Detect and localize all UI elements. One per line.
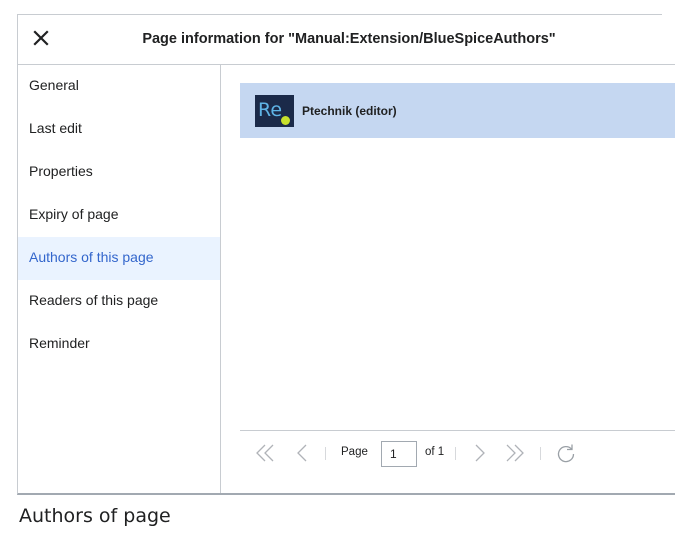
sidebar-item-expiry[interactable]: Expiry of page <box>18 194 220 237</box>
sidebar-item-last-edit[interactable]: Last edit <box>18 108 220 151</box>
avatar-initials: Re <box>258 99 283 121</box>
prev-page-icon[interactable] <box>295 443 309 463</box>
last-page-icon[interactable] <box>504 443 526 463</box>
pager-divider <box>325 447 326 460</box>
next-page-icon[interactable] <box>473 443 487 463</box>
refresh-icon[interactable] <box>555 443 577 465</box>
avatar: Re <box>255 95 294 127</box>
sidebar-item-readers[interactable]: Readers of this page <box>18 280 220 323</box>
sidebar: General Last edit Properties Expiry of p… <box>18 65 221 493</box>
first-page-icon[interactable] <box>254 443 276 463</box>
page-number-input[interactable] <box>381 441 417 467</box>
author-name: Ptechnik (editor) <box>302 104 397 118</box>
status-dot <box>281 116 290 125</box>
page-label: Page <box>341 446 368 458</box>
sidebar-item-reminder[interactable]: Reminder <box>18 323 220 366</box>
page-info-dialog: Page information for "Manual:Extension/B… <box>17 15 675 495</box>
list-item[interactable]: Re Ptechnik (editor) <box>240 83 675 138</box>
figure-caption: Authors of page <box>19 505 171 527</box>
authors-panel: Re Ptechnik (editor) Page of 1 <box>221 65 675 493</box>
sidebar-item-general[interactable]: General <box>18 65 220 108</box>
pagination-toolbar: Page of 1 <box>240 430 675 473</box>
sidebar-item-authors[interactable]: Authors of this page <box>18 237 220 280</box>
dialog-title: Page information for "Manual:Extension/B… <box>142 31 556 47</box>
dialog-header: Page information for "Manual:Extension/B… <box>18 15 675 65</box>
pager-divider <box>455 447 456 460</box>
sidebar-item-properties[interactable]: Properties <box>18 151 220 194</box>
page-count-label: of 1 <box>425 446 445 458</box>
pager-divider <box>540 447 541 460</box>
